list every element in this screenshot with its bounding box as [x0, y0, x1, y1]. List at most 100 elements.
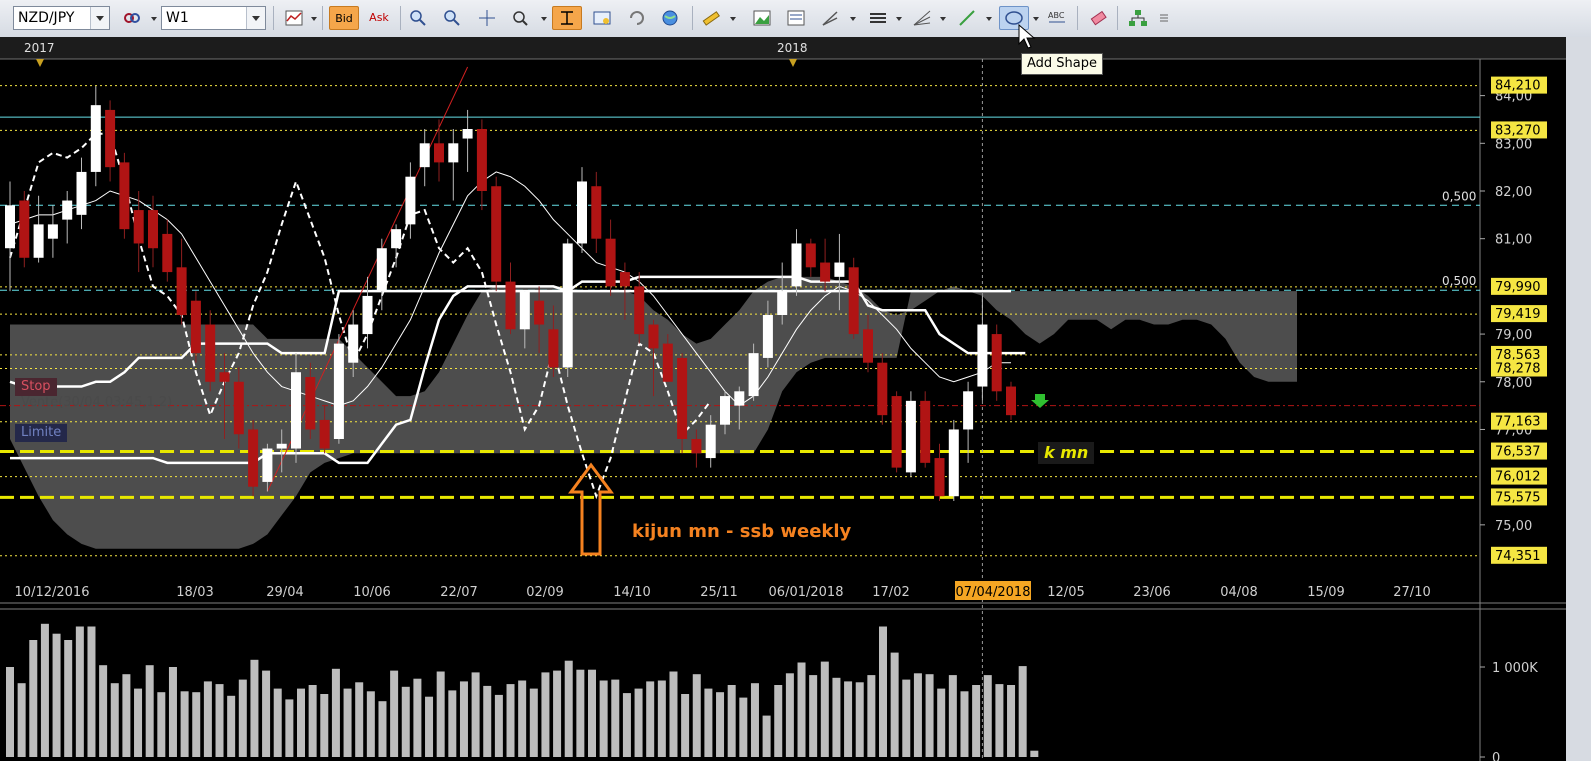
- volume-bar: [739, 697, 748, 757]
- candle-body: [476, 129, 487, 191]
- candle-body: [762, 315, 773, 358]
- candle-body: [462, 129, 473, 139]
- text-abc-icon[interactable]: ABC: [1045, 6, 1069, 30]
- fork-icon[interactable]: [818, 6, 842, 30]
- chevron-down-icon[interactable]: [151, 17, 157, 21]
- volume-bar: [366, 691, 375, 757]
- separator: [400, 6, 401, 30]
- chevron-down-icon[interactable]: [986, 17, 992, 21]
- timeframe-value: W1: [166, 10, 189, 26]
- snapshot-icon[interactable]: [590, 6, 614, 30]
- ruler-icon[interactable]: [699, 6, 723, 30]
- separator: [692, 6, 693, 30]
- price-axis: 84,0083,0082,0081,0079,0078,0077,0075,00…: [1480, 76, 1547, 564]
- volume-bar: [553, 670, 562, 757]
- indicator-icon[interactable]: [282, 6, 306, 30]
- chevron-down-icon[interactable]: [1033, 17, 1039, 21]
- volume-bar: [983, 675, 992, 757]
- volume-bar: [297, 688, 305, 757]
- lines-icon[interactable]: [866, 6, 890, 30]
- volume-bar: [727, 685, 736, 757]
- volume-bar: [599, 680, 608, 757]
- candle-body: [905, 400, 916, 473]
- volume-bar: [262, 670, 271, 757]
- fan-icon[interactable]: [910, 6, 934, 30]
- volume-bar: [6, 667, 14, 757]
- svg-text:ABC: ABC: [1048, 11, 1065, 20]
- magnifier-icon[interactable]: [509, 6, 533, 30]
- price-label: 77,163: [1491, 412, 1547, 430]
- timeframe-select[interactable]: W1: [161, 6, 266, 30]
- price-label: 75,575: [1491, 488, 1547, 506]
- volume-bar: [52, 633, 61, 757]
- candle-body: [977, 324, 988, 387]
- eraser-icon[interactable]: [1086, 6, 1110, 30]
- globe-icon[interactable]: [658, 6, 682, 30]
- ask-button[interactable]: Ask: [365, 6, 393, 30]
- zoom-in-icon[interactable]: [406, 6, 430, 30]
- sync-icon[interactable]: [552, 6, 582, 30]
- zoom-out-icon[interactable]: [440, 6, 464, 30]
- candle-body: [848, 267, 859, 335]
- separator: [1077, 6, 1078, 30]
- candle-body: [148, 210, 158, 249]
- volume-bar: [809, 675, 818, 757]
- volume-bar: [168, 667, 177, 757]
- candle-body: [791, 243, 802, 287]
- chevron-down-icon[interactable]: [940, 17, 946, 21]
- draw-line-icon[interactable]: [955, 6, 979, 30]
- chevron-down-icon[interactable]: [541, 17, 547, 21]
- chevron-down-icon[interactable]: [850, 17, 856, 21]
- volume-bar: [355, 682, 364, 757]
- x-tick-label: 12/05: [1047, 585, 1084, 600]
- candle-body: [90, 105, 101, 172]
- candle-body: [963, 391, 974, 430]
- volume-bar: [180, 691, 189, 757]
- toolbar: NZD/JPY W1 Bid Ask ABC: [0, 0, 1591, 38]
- volume-bar: [273, 688, 282, 757]
- sell-order-label[interactable]: Vente(30/04 03:45,1,2): [15, 394, 178, 412]
- image-icon[interactable]: [750, 6, 774, 30]
- limit-order-label[interactable]: Limite: [15, 424, 68, 442]
- template-icon[interactable]: [784, 6, 808, 30]
- volume-bar: [401, 686, 410, 757]
- refresh-icon[interactable]: [625, 6, 649, 30]
- volume-bar: [145, 665, 154, 757]
- chevron-down-icon[interactable]: [311, 17, 317, 21]
- volume-bar: [948, 675, 957, 757]
- chevron-down-icon[interactable]: [246, 7, 265, 29]
- candle-body: [691, 439, 702, 454]
- symbol-link-icon[interactable]: [120, 6, 144, 30]
- volume-bar: [17, 683, 26, 757]
- candle-body: [748, 353, 759, 397]
- candle-body: [605, 238, 616, 287]
- volume-bar: [64, 640, 73, 757]
- chevron-down-icon[interactable]: [896, 17, 902, 21]
- fib-label: 0,500: [1442, 274, 1476, 288]
- y-tick-label: 75,00: [1495, 519, 1532, 534]
- crosshair-icon[interactable]: [475, 6, 499, 30]
- candle-body: [291, 372, 301, 449]
- y-tick-label: 83,00: [1495, 137, 1532, 152]
- x-tick-label: 10/06: [353, 585, 390, 600]
- candle-body: [720, 396, 730, 425]
- candle-body: [491, 186, 502, 282]
- volume-bar: [308, 685, 317, 757]
- separator: [273, 6, 274, 30]
- price-chart[interactable]: 2017 2018 0,5000,500 84,0083,0082,0081,00…: [0, 37, 1566, 761]
- x-tick-label: 14/10: [613, 585, 650, 600]
- volume-bar: [110, 683, 119, 757]
- chevron-down-icon[interactable]: [90, 7, 109, 29]
- bid-button[interactable]: Bid: [329, 6, 359, 30]
- candle-body: [519, 291, 530, 330]
- candle-body: [119, 162, 130, 230]
- chevron-down-icon[interactable]: [730, 17, 736, 21]
- volume-bar: [913, 673, 922, 757]
- volume-bar: [436, 671, 445, 757]
- candle-body: [820, 262, 831, 282]
- hierarchy-icon[interactable]: [1126, 6, 1150, 30]
- candle-body: [891, 396, 902, 468]
- candle-body: [805, 243, 816, 268]
- settings-icon[interactable]: [1157, 6, 1171, 30]
- symbol-select[interactable]: NZD/JPY: [13, 6, 110, 30]
